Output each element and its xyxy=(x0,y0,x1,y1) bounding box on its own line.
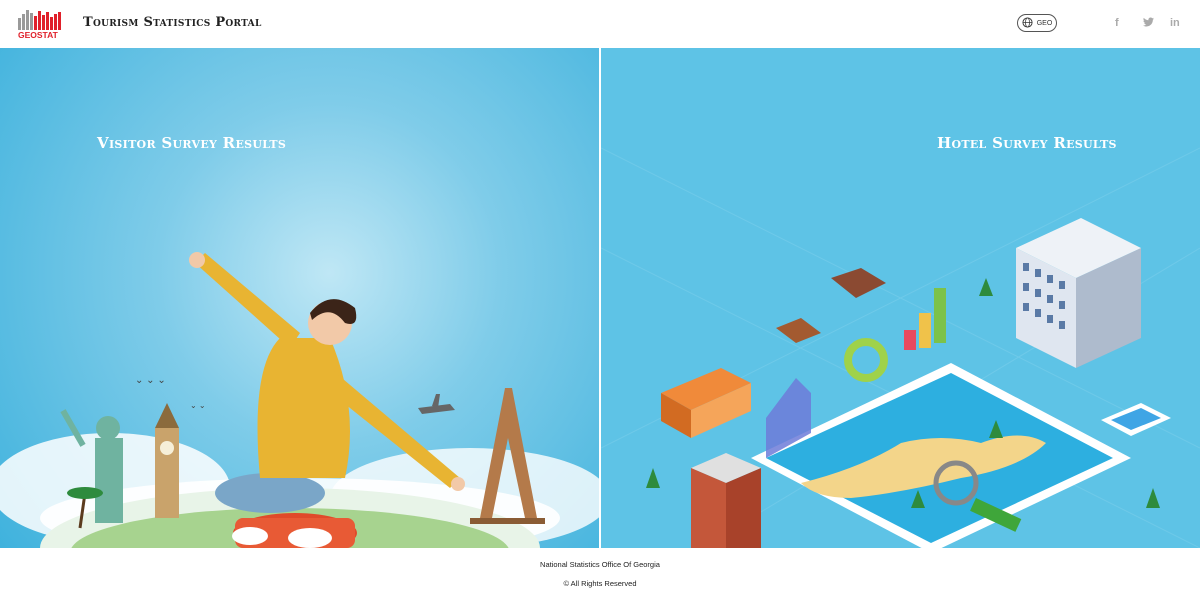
language-switch-button[interactable]: GEO xyxy=(1017,14,1057,32)
footer: National Statistics Office Of Georgia © … xyxy=(0,548,1200,600)
hotel-survey-panel[interactable]: Hotel Survey Results xyxy=(601,48,1200,548)
geostat-logo[interactable]: GEOSTAT xyxy=(16,8,66,40)
facebook-icon[interactable]: f xyxy=(1115,17,1119,29)
svg-text:⌄ ⌄: ⌄ ⌄ xyxy=(190,401,206,410)
footer-copyright: © All Rights Reserved xyxy=(563,579,637,588)
top-header: GEOSTAT Tourism Statistics Portal GEO f … xyxy=(0,0,1200,48)
hotel-survey-title[interactable]: Hotel Survey Results xyxy=(937,134,1117,152)
visitor-illustration: ⌄ ⌄ ⌄ ⌄ ⌄ xyxy=(0,252,599,548)
svg-text:GEOSTAT: GEOSTAT xyxy=(18,30,59,40)
visitor-survey-panel[interactable]: ⌄ ⌄ ⌄ ⌄ ⌄ Visitor Survey Results xyxy=(0,48,599,548)
visitor-survey-title[interactable]: Visitor Survey Results xyxy=(97,134,286,152)
globe-icon xyxy=(1022,16,1033,30)
language-label: GEO xyxy=(1036,19,1053,27)
footer-organization: National Statistics Office Of Georgia xyxy=(540,560,660,569)
twitter-icon[interactable] xyxy=(1143,17,1154,30)
page-title: Tourism Statistics Portal xyxy=(83,15,262,30)
linkedin-icon[interactable]: in xyxy=(1170,17,1180,29)
svg-text:⌄ ⌄ ⌄: ⌄ ⌄ ⌄ xyxy=(135,375,166,386)
hotel-illustration xyxy=(601,147,1200,548)
